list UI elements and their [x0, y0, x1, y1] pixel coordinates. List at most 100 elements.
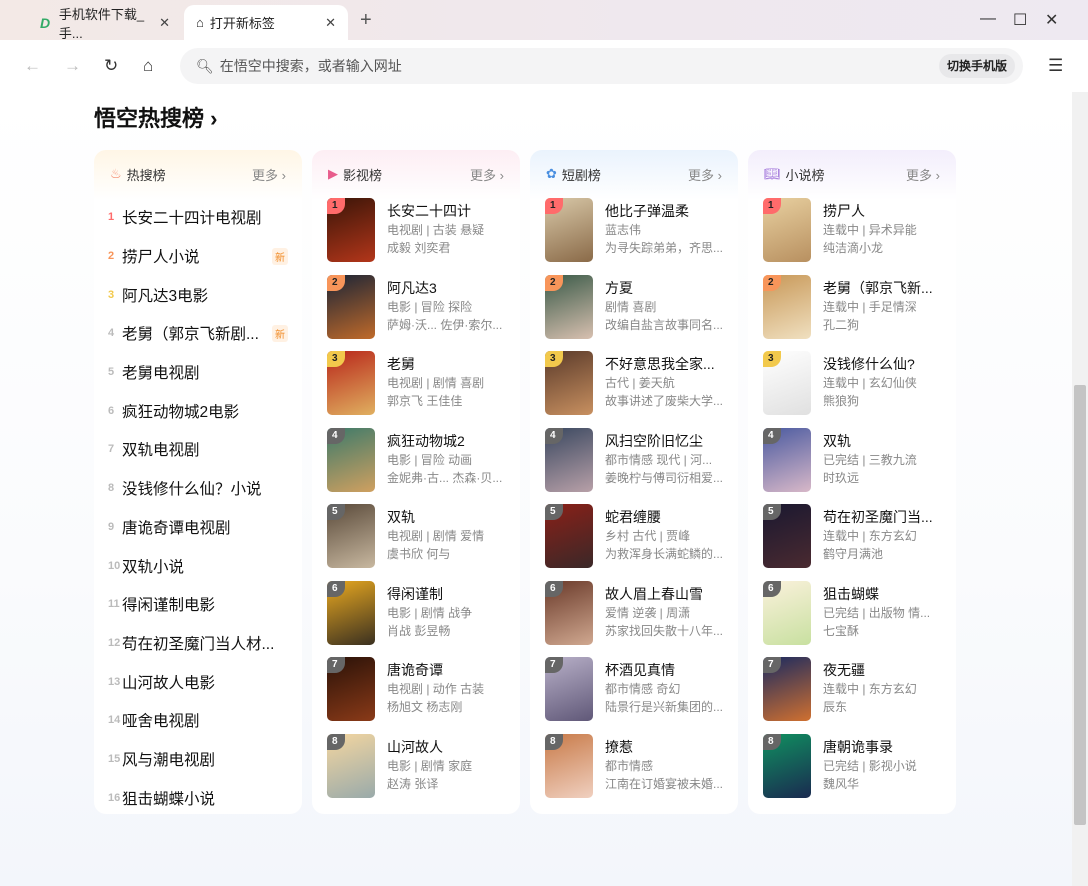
item-title: 杯酒见真情 — [605, 662, 675, 678]
hot-search-item[interactable]: 5 老舅电视剧 — [94, 353, 302, 392]
short-item[interactable]: 8 撩惹 都市情感 江南在订婚宴被未婚... — [530, 733, 738, 811]
short-item[interactable]: 1 他比子弹温柔 蓝志伟 为寻失踪弟弟，齐思... — [530, 198, 738, 275]
poster-image: 7 — [545, 657, 593, 721]
item-desc: 七宝酥 — [823, 623, 860, 638]
hot-search-item[interactable]: 13 山河故人电影 — [94, 662, 302, 701]
item-title: 唐诡奇谭 — [387, 662, 443, 678]
scrollbar[interactable] — [1072, 92, 1088, 886]
poster-image: 2 — [327, 274, 375, 339]
hot-search-item[interactable]: 9 唐诡奇谭电视剧 — [94, 508, 302, 547]
item-desc: 苏家找回失散十八年... — [605, 623, 723, 638]
item-meta: 都市情感 现代 | 河... — [605, 452, 713, 467]
short-item[interactable]: 4 风扫空阶旧忆尘 都市情感 现代 | 河... 姜晚柠与傅司衍相爱... — [530, 427, 738, 505]
film-item[interactable]: 4 疯狂动物城2 电影 | 冒险 动画 金妮弗·古... 杰森·贝... — [312, 427, 520, 505]
poster-image: 1 — [763, 198, 811, 262]
rank-badge: 4 — [763, 427, 781, 444]
film-item[interactable]: 5 双轨 电视剧 | 剧情 爱情 虞书欣 何与 — [312, 504, 520, 581]
rank-badge: 3 — [327, 351, 345, 367]
item-desc: 郭京飞 王佳佳 — [387, 394, 463, 408]
novel-item[interactable]: 7 夜无疆 连载中 | 东方玄幻 辰东 — [748, 657, 956, 734]
hot-search-item[interactable]: 10 双轨小说 — [94, 546, 302, 585]
item-meta: 剧情 喜剧 — [605, 299, 657, 314]
film-item[interactable]: 8 山河故人 电影 | 剧情 家庭 赵涛 张译 — [312, 733, 520, 811]
minimize-button[interactable]: — — [980, 10, 996, 28]
item-meta: 爱情 逆袭 | 周潇 — [605, 605, 691, 620]
forward-button[interactable]: → — [64, 56, 81, 76]
short-item[interactable]: 3 不好意思我全家... 古代 | 姜天航 故事讲述了废柴大学... — [530, 351, 738, 428]
item-title: 不好意思我全家... — [605, 356, 715, 372]
hot-search-title: 得闲谨制电影 — [122, 597, 216, 615]
item-title: 得闲谨制 — [387, 585, 443, 602]
novel-item[interactable]: 3 没钱修什么仙? 连载中 | 玄幻仙侠 熊狼狗 — [748, 351, 956, 428]
page-title[interactable]: 悟空热搜榜 › — [94, 101, 217, 133]
novel-item[interactable]: 4 双轨 已完结 | 三教九流 时玖远 — [748, 427, 956, 505]
rank-badge: 2 — [545, 274, 563, 291]
scrollbar-thumb[interactable] — [1074, 385, 1086, 825]
film-item[interactable]: 6 得闲谨制 电影 | 剧情 战争 肖战 彭昱畅 — [312, 580, 520, 658]
item-meta: 电影 | 剧情 家庭 — [387, 758, 473, 773]
hot-search-item[interactable]: 14 哑舍电视剧 — [94, 701, 302, 740]
hot-search-item[interactable]: 4 老舅（郭京飞新剧... 新 — [94, 314, 302, 353]
item-meta: 连载中 | 东方玄幻 — [823, 682, 917, 696]
more-link[interactable]: 更多 › — [252, 165, 286, 184]
item-meta: 连载中 | 手足情深 — [823, 299, 917, 314]
novel-item[interactable]: 2 老舅（郭京飞新... 连载中 | 手足情深 孔二狗 — [748, 274, 956, 352]
rank-number: 4 — [108, 327, 115, 340]
hot-search-title: 哑舍电视剧 — [122, 713, 200, 731]
hot-search-item[interactable]: 8 没钱修什么仙？小说 — [94, 469, 302, 508]
new-tab-button[interactable]: + — [360, 9, 372, 32]
poster-image: 6 — [327, 580, 375, 645]
back-button[interactable]: ← — [24, 56, 41, 76]
hot-search-item[interactable]: 2 捞尸人小说 新 — [94, 237, 302, 276]
hot-search-item[interactable]: 11 得闲谨制电影 — [94, 585, 302, 624]
novel-item[interactable]: 8 唐朝诡事录 已完结 | 影视小说 魏风华 — [748, 733, 956, 811]
maximize-button[interactable]: ☐ — [1013, 10, 1027, 30]
hot-search-item[interactable]: 6 疯狂动物城2电影 — [94, 391, 302, 430]
close-tab-icon[interactable]: ✕ — [159, 15, 170, 31]
item-title: 他比子弹温柔 — [605, 203, 689, 219]
novel-item[interactable]: 1 捞尸人 连载中 | 异术异能 纯洁滴小龙 — [748, 198, 956, 275]
poster-image: 6 — [545, 580, 593, 645]
film-item[interactable]: 3 老舅 电视剧 | 剧情 喜剧 郭京飞 王佳佳 — [312, 351, 520, 428]
short-item[interactable]: 7 杯酒见真情 都市情感 奇幻 陆景行是兴新集团的... — [530, 657, 738, 734]
item-title: 撩惹 — [605, 738, 633, 755]
close-window-button[interactable]: ✕ — [1045, 10, 1058, 30]
tab-new-tab[interactable]: ⌂ 打开新标签 ✕ — [184, 5, 348, 40]
hot-search-item[interactable]: 15 风与潮电视剧 — [94, 740, 302, 779]
item-desc: 故事讲述了废柴大学... — [605, 394, 723, 408]
rank-badge: 7 — [763, 657, 781, 673]
more-link[interactable]: 更多 › — [470, 165, 504, 184]
film-item[interactable]: 1 长安二十四计 电视剧 | 古装 悬疑 成毅 刘奕君 — [312, 198, 520, 275]
item-title: 蛇君缠腰 — [605, 509, 661, 525]
short-item[interactable]: 5 蛇君缠腰 乡村 古代 | 贾峰 为救浑身长满蛇鳞的... — [530, 504, 738, 581]
hot-search-item[interactable]: 16 狙击蝴蝶小说 — [94, 778, 302, 814]
short-item[interactable]: 6 故人眉上春山雪 爱情 逆袭 | 周潇 苏家找回失散十八年... — [530, 580, 738, 658]
rank-number: 2 — [108, 250, 115, 263]
film-item[interactable]: 7 唐诡奇谭 电视剧 | 动作 古装 杨旭文 杨志刚 — [312, 657, 520, 734]
menu-icon[interactable]: ☰ — [1048, 56, 1063, 76]
novel-item[interactable]: 6 狙击蝴蝶 已完结 | 出版物 情... 七宝酥 — [748, 580, 956, 658]
rank-number: 11 — [108, 598, 120, 611]
short-item[interactable]: 2 方夏 剧情 喜剧 改编自盐言故事同名... — [530, 274, 738, 352]
hot-search-item[interactable]: 7 双轨电视剧 — [94, 430, 302, 469]
more-link[interactable]: 更多 › — [688, 165, 722, 184]
more-link[interactable]: 更多 › — [906, 165, 940, 184]
home-button[interactable]: ⌂ — [143, 56, 153, 76]
novel-item[interactable]: 5 苟在初圣魔门当... 连载中 | 东方玄幻 鹤守月满池 — [748, 504, 956, 581]
address-bar[interactable]: 🔍︎ 在悟空中搜索，或者输入网址 切换手机版 — [180, 48, 1023, 84]
hot-search-item[interactable]: 3 阿凡达3电影 — [94, 275, 302, 314]
film-item[interactable]: 2 阿凡达3 电影 | 冒险 探险 萨姆·沃... 佐伊·索尔... — [312, 274, 520, 352]
poster-image: 3 — [763, 351, 811, 415]
reload-button[interactable]: ↻ — [104, 56, 118, 76]
item-desc: 肖战 彭昱畅 — [387, 623, 451, 638]
switch-mobile-button[interactable]: 切换手机版 — [938, 54, 1015, 78]
tab-software-download[interactable]: D 手机软件下载_手... ✕ — [28, 5, 182, 41]
rank-number: 6 — [108, 404, 115, 417]
hot-search-item[interactable]: 1 长安二十四计电视剧 — [94, 198, 302, 237]
rank-badge: 8 — [327, 733, 345, 750]
item-desc: 杨旭文 杨志刚 — [387, 700, 463, 714]
item-title: 捞尸人 — [823, 203, 865, 219]
tab-title: 手机软件下载_手... — [58, 6, 145, 41]
close-tab-icon[interactable]: ✕ — [325, 15, 336, 31]
hot-search-item[interactable]: 12 苟在初圣魔门当人材... — [94, 624, 302, 663]
